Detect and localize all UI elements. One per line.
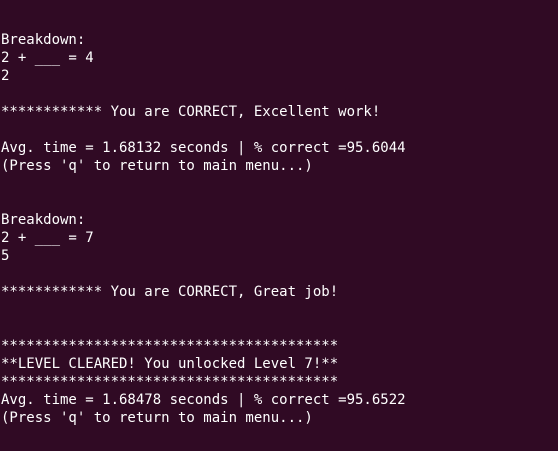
feedback-2: ************ You are CORRECT, Great job! xyxy=(1,284,339,300)
breakdown-heading-2: Breakdown: xyxy=(1,212,86,228)
stats-2: Avg. time = 1.68478 seconds | % correct … xyxy=(1,392,406,408)
breakdown-heading-1: Breakdown: xyxy=(1,32,86,48)
terminal-window[interactable]: Breakdown: 2 + ___ = 4 2 ************ Yo… xyxy=(0,0,558,451)
banner-border-top: **************************************** xyxy=(1,338,339,354)
equation-2: 2 + ___ = 7 xyxy=(1,230,94,246)
feedback-1: ************ You are CORRECT, Excellent … xyxy=(1,104,381,120)
user-answer-2: 5 xyxy=(1,248,10,264)
menu-hint-2: (Press 'q' to return to main menu...) xyxy=(1,410,313,426)
menu-hint-1: (Press 'q' to return to main menu...) xyxy=(1,158,313,174)
user-answer-1: 2 xyxy=(1,68,10,84)
level-cleared-banner: **LEVEL CLEARED! You unlocked Level 7!** xyxy=(1,356,339,372)
equation-1: 2 + ___ = 4 xyxy=(1,50,94,66)
stats-1: Avg. time = 1.68132 seconds | % correct … xyxy=(1,140,406,156)
banner-border-bottom: **************************************** xyxy=(1,374,339,390)
